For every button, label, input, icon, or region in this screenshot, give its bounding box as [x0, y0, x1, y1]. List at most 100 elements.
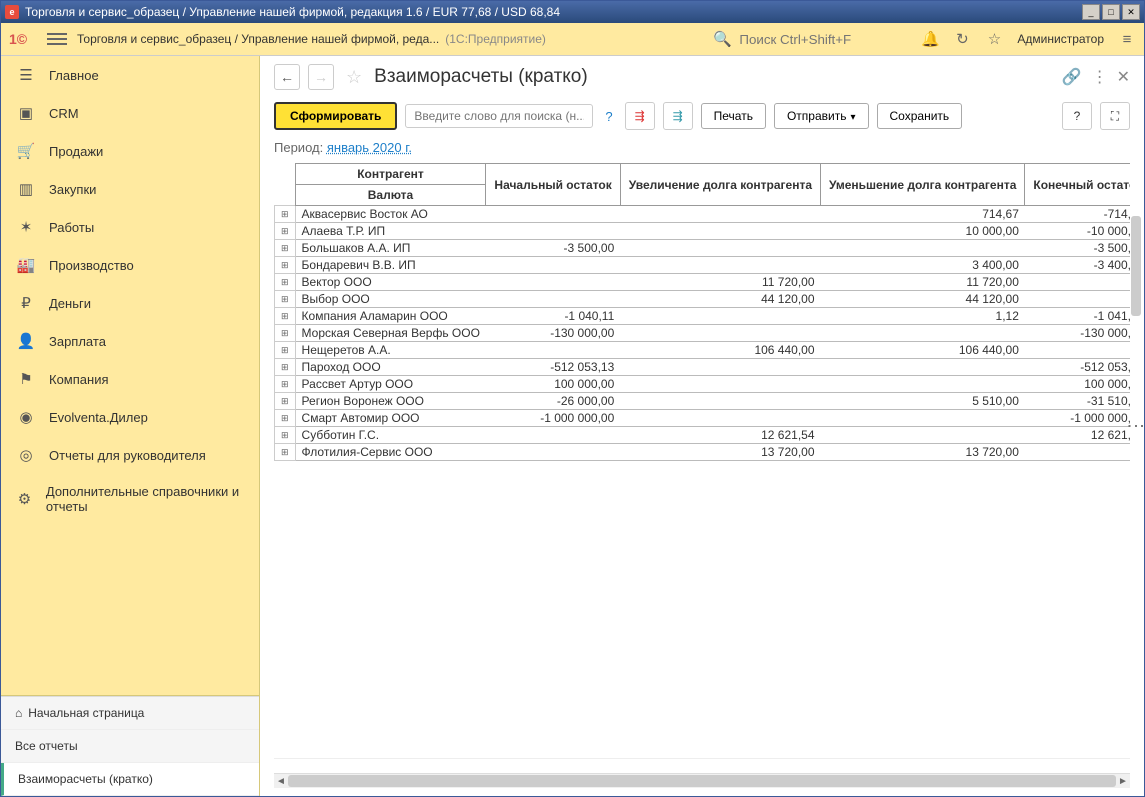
sidebar: ☰Главное ▣CRM 🛒Продажи ▥Закупки ✶Работы …: [1, 56, 260, 796]
sidebar-item-works[interactable]: ✶Работы: [1, 208, 259, 246]
print-button[interactable]: Печать: [701, 103, 766, 129]
settings-bars-icon[interactable]: ≡: [1118, 30, 1136, 48]
table-row[interactable]: ⊞Рассвет Артур ООО100 000,00100 000,00: [275, 376, 1131, 393]
expand-icon[interactable]: ⊞: [275, 393, 296, 410]
window-maximize-button[interactable]: □: [1102, 4, 1120, 20]
nav-forward-button[interactable]: →: [308, 64, 334, 90]
tools-icon: ✶: [17, 218, 35, 236]
table-row[interactable]: ⊞Алаева Т.Р. ИП10 000,00-10 000,00: [275, 223, 1131, 240]
sidebar-item-production[interactable]: 🏭Производство: [1, 246, 259, 284]
global-search-input[interactable]: [737, 31, 901, 48]
person-icon: 👤: [17, 332, 35, 350]
expand-icon[interactable]: ⊞: [275, 376, 296, 393]
window-close-button[interactable]: ✕: [1122, 4, 1140, 20]
table-row[interactable]: ⊞Нещеретов А.А.106 440,00106 440,00: [275, 342, 1131, 359]
dealer-icon: ◉: [17, 408, 35, 426]
col-end: Конечный остаток: [1025, 164, 1130, 206]
expand-icon[interactable]: ⊞: [275, 410, 296, 427]
page-title: Взаиморасчеты (кратко): [374, 66, 588, 88]
table-row[interactable]: ⊞Вектор ООО11 720,0011 720,00: [275, 274, 1131, 291]
expand-icon[interactable]: ⊞: [275, 444, 296, 461]
col-currency: Валюта: [295, 185, 486, 206]
subnav-all-reports[interactable]: Все отчеты: [1, 730, 259, 763]
expand-icon[interactable]: ⊞: [275, 240, 296, 257]
expand-icon[interactable]: ⊞: [275, 427, 296, 444]
send-button[interactable]: Отправить▾: [774, 103, 869, 129]
generate-button[interactable]: Сформировать: [274, 102, 397, 130]
expand-icon[interactable]: ⊞: [275, 206, 296, 223]
sidebar-item-evolventa[interactable]: ◉Evolventa.Дилер: [1, 398, 259, 436]
table-row[interactable]: ⊞Субботин Г.С.12 621,5412 621,54: [275, 427, 1131, 444]
table-row[interactable]: ⊞Выбор ООО44 120,0044 120,00: [275, 291, 1131, 308]
expand-icon[interactable]: ⊞: [275, 223, 296, 240]
table-row[interactable]: ⊞Большаков А.А. ИП-3 500,00-3 500,00: [275, 240, 1131, 257]
col-start: Начальный остаток: [486, 164, 620, 206]
table-row[interactable]: ⊞Смарт Автомир ООО-1 000 000,00-1 000 00…: [275, 410, 1131, 427]
link-icon[interactable]: 🔗: [1062, 67, 1082, 87]
subnav-settlements[interactable]: Взаиморасчеты (кратко): [1, 763, 259, 796]
help-icon[interactable]: ?: [601, 109, 616, 124]
home-icon: ⌂: [15, 706, 22, 720]
factory-icon: 🏭: [17, 256, 35, 274]
reports-icon: ◎: [17, 446, 35, 464]
menu-button[interactable]: [47, 29, 67, 49]
fullscreen-button[interactable]: ⛶: [1100, 102, 1130, 130]
more-menu-icon[interactable]: ⋮: [1092, 67, 1107, 87]
sidebar-item-sales[interactable]: 🛒Продажи: [1, 132, 259, 170]
table-row[interactable]: ⊞Регион Воронеж ООО-26 000,005 510,00-31…: [275, 393, 1131, 410]
app-icon: e: [5, 5, 19, 19]
sidebar-item-main[interactable]: ☰Главное: [1, 56, 259, 94]
subnav-home[interactable]: ⌂Начальная страница: [1, 697, 259, 730]
table-row[interactable]: ⊞Аквасервис Восток АО714,67-714,67: [275, 206, 1131, 223]
report-search-input[interactable]: [405, 104, 593, 128]
expand-icon[interactable]: ⊞: [275, 291, 296, 308]
table-row[interactable]: ⊞Пароход ООО-512 053,13-512 053,13: [275, 359, 1131, 376]
report-area: Контрагент Начальный остаток Увеличение …: [274, 163, 1130, 759]
table-row[interactable]: ⊞Флотилия-Сервис ООО13 720,0013 720,00: [275, 444, 1131, 461]
expand-icon[interactable]: ⊞: [275, 359, 296, 376]
ruble-icon: ₽: [17, 294, 35, 312]
history-icon[interactable]: ↻: [953, 30, 971, 48]
col-increase: Увеличение долга контрагента: [620, 164, 820, 206]
expand-icon[interactable]: ⊞: [275, 325, 296, 342]
bell-icon[interactable]: 🔔: [921, 30, 939, 48]
window-title: Торговля и сервис_образец / Управление н…: [25, 5, 1082, 19]
cart-icon: 🛒: [17, 142, 35, 160]
sidebar-item-company[interactable]: ⚑Компания: [1, 360, 259, 398]
save-button[interactable]: Сохранить: [877, 103, 963, 129]
star-icon[interactable]: ☆: [985, 30, 1003, 48]
expand-icon[interactable]: ⊞: [275, 257, 296, 274]
crm-icon: ▣: [17, 104, 35, 122]
user-label[interactable]: Администратор: [1017, 32, 1104, 46]
sidebar-item-salary[interactable]: 👤Зарплата: [1, 322, 259, 360]
table-row[interactable]: ⊞Компания Аламарин ООО-1 040,111,12-1 04…: [275, 308, 1131, 325]
box-icon: ▥: [17, 180, 35, 198]
expand-icon[interactable]: ⊞: [275, 274, 296, 291]
period-value[interactable]: январь 2020 г.: [327, 140, 412, 155]
horizontal-scrollbar[interactable]: ◄►: [274, 773, 1130, 788]
period-label: Период:: [274, 140, 323, 155]
expand-groups-button[interactable]: ⇶: [625, 102, 655, 130]
expand-icon[interactable]: ⊞: [275, 308, 296, 325]
sidebar-item-purchases[interactable]: ▥Закупки: [1, 170, 259, 208]
sidebar-item-crm[interactable]: ▣CRM: [1, 94, 259, 132]
list-icon: ☰: [17, 66, 35, 84]
expand-icon[interactable]: ⊞: [275, 342, 296, 359]
collapse-groups-button[interactable]: ⇶: [663, 102, 693, 130]
window-minimize-button[interactable]: _: [1082, 4, 1100, 20]
table-row[interactable]: ⊞Бондаревич В.В. ИП3 400,00-3 400,00: [275, 257, 1131, 274]
help-button[interactable]: ?: [1062, 102, 1092, 130]
flag-icon: ⚑: [17, 370, 35, 388]
logo-1c-icon: 1©: [9, 29, 37, 49]
favorite-star-icon[interactable]: ☆: [346, 67, 362, 88]
side-panel-toggle[interactable]: ⋮: [1128, 56, 1144, 796]
report-table: Контрагент Начальный остаток Увеличение …: [274, 163, 1130, 461]
table-row[interactable]: ⊞Морская Северная Верфь ООО-130 000,00-1…: [275, 325, 1131, 342]
nav-back-button[interactable]: ←: [274, 64, 300, 90]
sidebar-item-additional[interactable]: ⚙Дополнительные справочники и отчеты: [1, 474, 259, 524]
sidebar-item-reports[interactable]: ◎Отчеты для руководителя: [1, 436, 259, 474]
app-topbar: 1© Торговля и сервис_образец / Управлени…: [1, 23, 1144, 56]
gear-icon: ⚙: [17, 490, 32, 508]
sidebar-item-money[interactable]: ₽Деньги: [1, 284, 259, 322]
search-icon: 🔍: [713, 30, 731, 48]
